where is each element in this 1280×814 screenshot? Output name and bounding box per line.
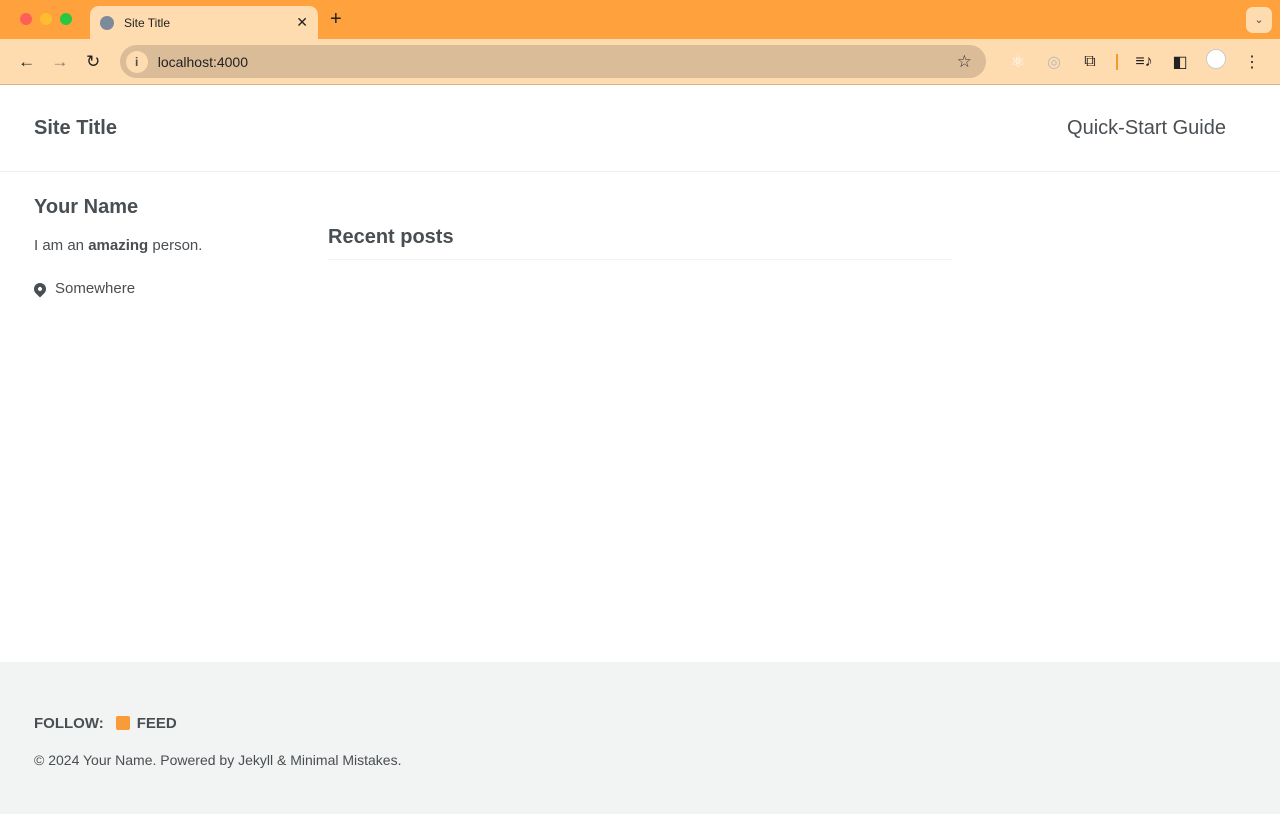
browser-tab[interactable]: Site Title ✕ <box>90 6 318 39</box>
tab-title: Site Title <box>124 15 171 30</box>
address-bar[interactable]: i localhost:4000 ☆ <box>119 45 986 78</box>
divider <box>1116 53 1118 70</box>
tab-bar: Site Title ✕ + ⌄ <box>0 0 1280 39</box>
new-tab-button[interactable]: + <box>330 8 342 31</box>
close-window-button[interactable] <box>20 13 32 25</box>
tab-search-button[interactable]: ⌄ <box>1246 7 1272 33</box>
masthead: Site Title Quick-Start Guide <box>0 85 1280 172</box>
page-footer: FOLLOW: FEED © 2024 Your Name. Powered b… <box>0 662 1280 814</box>
reload-button[interactable]: ↻ <box>76 52 109 72</box>
location-text: Somewhere <box>55 280 136 297</box>
follow-label: FOLLOW: <box>34 715 104 732</box>
author-location: Somewhere <box>31 280 274 297</box>
browser-toolbar: ← → ↻ i localhost:4000 ☆ ⚛ ◎ ⧉ ≡♪ ◧ ⋮ <box>0 39 1280 85</box>
bio-bold: amazing <box>88 237 149 254</box>
site-title-link[interactable]: Site Title <box>34 117 117 140</box>
recent-posts-heading: Recent posts <box>328 226 952 260</box>
author-bio: I am an amazing person. <box>34 237 274 254</box>
window-controls <box>20 13 72 25</box>
author-sidebar: Your Name I am an amazing person. Somewh… <box>31 196 274 297</box>
url-text[interactable]: localhost:4000 <box>158 54 957 70</box>
feed-link[interactable]: FEED <box>115 715 177 732</box>
site-info-icon[interactable]: i <box>125 50 148 73</box>
main-content: Your Name I am an amazing person. Somewh… <box>0 172 1280 661</box>
globe-icon <box>100 15 114 30</box>
bio-text-end: person. <box>148 237 203 254</box>
maximize-window-button[interactable] <box>60 13 72 25</box>
author-name: Your Name <box>34 196 139 218</box>
forward-button[interactable]: → <box>43 52 76 72</box>
bio-text: I am an <box>34 237 89 254</box>
rss-icon <box>115 716 130 730</box>
extension-icon[interactable]: ◎ <box>1036 52 1072 72</box>
quick-start-guide-link[interactable]: Quick-Start Guide <box>1067 117 1226 140</box>
back-button[interactable]: ← <box>10 52 43 72</box>
bookmark-star-icon[interactable]: ☆ <box>957 52 972 72</box>
close-tab-icon[interactable]: ✕ <box>296 14 308 31</box>
profile-avatar[interactable] <box>1198 49 1234 74</box>
location-pin-icon <box>31 280 49 297</box>
react-devtools-icon[interactable]: ⚛ <box>1000 52 1036 72</box>
more-menu-icon[interactable]: ⋮ <box>1234 52 1270 72</box>
minimize-window-button[interactable] <box>40 13 52 25</box>
extensions-puzzle-icon[interactable]: ⧉ <box>1072 53 1108 71</box>
feed-label: FEED <box>136 715 177 732</box>
copyright: © 2024 Your Name. Powered by Jekyll & Mi… <box>34 752 402 768</box>
media-control-icon[interactable]: ≡♪ <box>1126 53 1162 71</box>
side-panel-icon[interactable]: ◧ <box>1162 52 1198 72</box>
